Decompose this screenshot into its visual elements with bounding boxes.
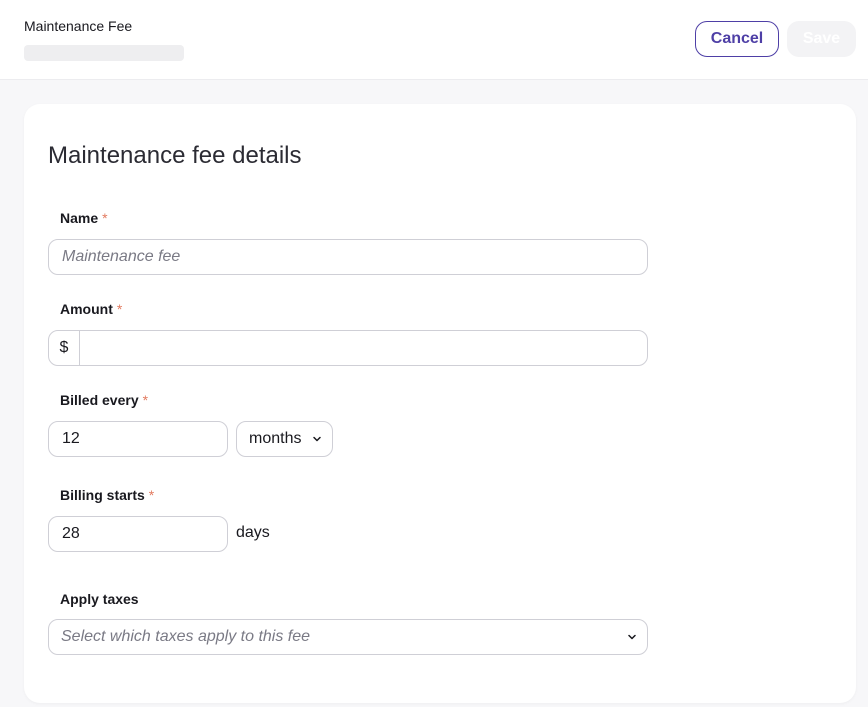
billed-every-label: Billed every * xyxy=(60,392,148,408)
top-bar: Maintenance Fee Cancel Save xyxy=(0,0,868,80)
billed-every-input[interactable]: 12 xyxy=(48,421,228,457)
name-label: Name * xyxy=(60,210,108,226)
required-marker: * xyxy=(102,210,108,226)
page-title: Maintenance Fee xyxy=(24,18,133,34)
required-marker: * xyxy=(116,301,123,317)
section-heading: Maintenance fee details xyxy=(48,142,302,169)
billing-starts-value: 28 xyxy=(62,525,80,542)
loading-placeholder xyxy=(24,45,184,61)
apply-taxes-label: Apply taxes xyxy=(60,591,139,607)
cancel-button[interactable]: Cancel xyxy=(695,21,779,57)
amount-input[interactable]: $ xyxy=(48,330,648,366)
currency-prefix: $ xyxy=(49,331,80,365)
required-marker: * xyxy=(148,487,155,503)
amount-label: Amount * xyxy=(60,301,122,317)
billed-every-value: 12 xyxy=(62,430,80,447)
billing-period-select[interactable]: months xyxy=(236,421,333,457)
billing-starts-unit: days xyxy=(236,524,270,541)
apply-taxes-label-text: Apply taxes xyxy=(60,591,139,607)
fee-details-card: Maintenance fee details Name * Maintenanc… xyxy=(24,104,856,703)
billing-starts-label-text: Billing starts xyxy=(60,487,145,503)
chevron-down-icon xyxy=(628,634,636,640)
taxes-select[interactable]: Select which taxes apply to this fee xyxy=(48,619,648,655)
amount-label-text: Amount xyxy=(60,301,113,317)
save-button[interactable]: Save xyxy=(787,21,856,57)
name-input[interactable]: Maintenance fee xyxy=(48,239,648,275)
billing-period-value: months xyxy=(249,430,302,447)
name-label-text: Name xyxy=(60,210,99,226)
required-marker: * xyxy=(142,392,149,408)
taxes-select-placeholder: Select which taxes apply to this fee xyxy=(61,628,311,645)
billed-every-label-text: Billed every xyxy=(60,392,139,408)
billing-starts-label: Billing starts * xyxy=(60,487,154,503)
name-input-placeholder: Maintenance fee xyxy=(62,248,181,265)
chevron-down-icon xyxy=(313,436,321,442)
billing-starts-input[interactable]: 28 xyxy=(48,516,228,552)
